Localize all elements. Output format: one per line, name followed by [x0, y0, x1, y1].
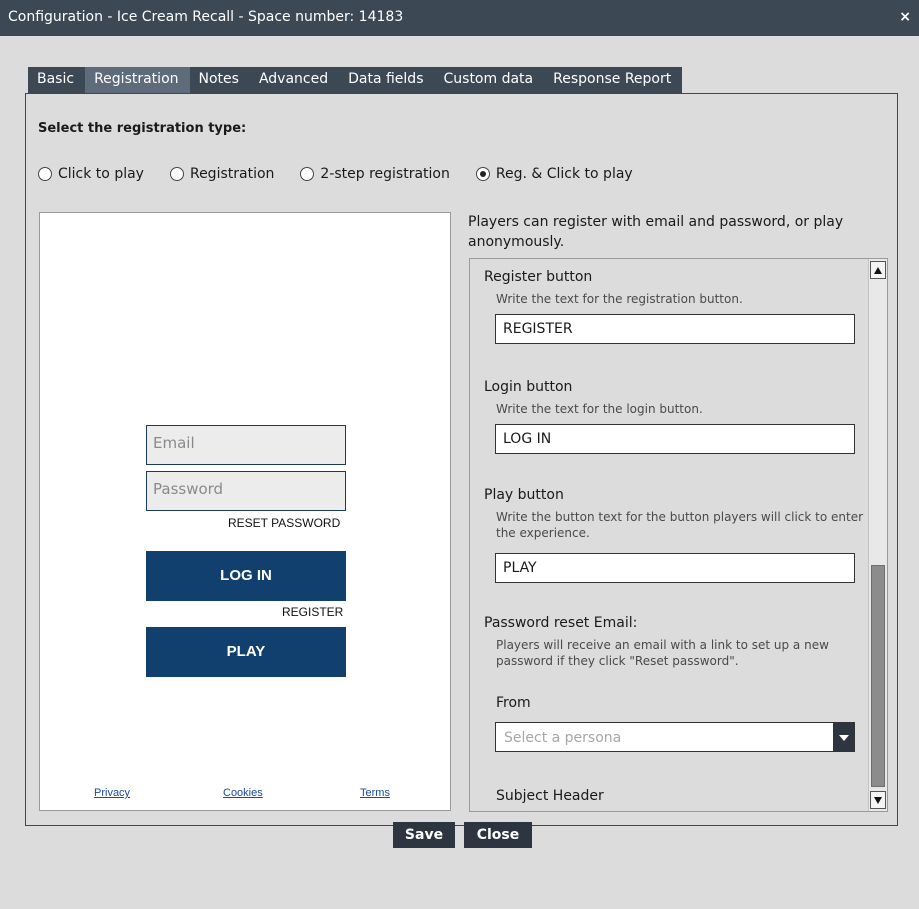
radio-circle-selected: [475, 167, 490, 181]
preview-password-input: Password: [146, 471, 346, 511]
password-reset-email-help: Players will receive an email with a lin…: [496, 638, 829, 668]
tab-panel-registration: Select the registration type: Click to p…: [25, 93, 898, 826]
radio-label: 2-step registration: [320, 166, 450, 182]
tab-response-report[interactable]: Response Report: [544, 67, 682, 93]
registration-type-radio-group: Click to play Registration 2-step regist…: [38, 166, 659, 182]
preview-register-link: REGISTER: [282, 605, 344, 619]
preview-email-input: Email: [146, 425, 346, 465]
radio-circle: [38, 167, 52, 181]
radio-label: Reg. & Click to play: [495, 166, 633, 182]
preview-login-button: LOG IN: [146, 551, 346, 601]
chevron-down-icon[interactable]: [833, 723, 854, 751]
registration-description: Players can register with email and pass…: [468, 214, 844, 250]
tab-custom-data[interactable]: Custom data: [435, 67, 545, 93]
tab-data-fields[interactable]: Data fields: [339, 67, 434, 93]
registration-settings-scroll-panel[interactable]: Register button Write the text for the r…: [469, 258, 888, 812]
from-persona-placeholder: Select a persona: [504, 730, 622, 746]
radio-circle: [300, 167, 315, 181]
radio-reg-and-click-to-play[interactable]: Reg. & Click to play: [475, 166, 633, 182]
close-button[interactable]: Close: [464, 822, 532, 848]
radio-circle: [169, 167, 184, 181]
tab-notes[interactable]: Notes: [190, 67, 250, 93]
play-button-text-input[interactable]: PLAY: [495, 553, 855, 583]
close-icon[interactable]: ×: [899, 9, 911, 25]
preview-privacy-link[interactable]: Privacy: [94, 787, 130, 799]
scroll-down-arrow-icon[interactable]: [870, 791, 886, 809]
tab-advanced[interactable]: Advanced: [250, 67, 339, 93]
from-label: From: [496, 695, 531, 711]
login-preview: Email Password RESET PASSWORD LOG IN REG…: [39, 212, 451, 811]
preview-cookies-link[interactable]: Cookies: [223, 787, 263, 799]
login-button-title: Login button: [484, 379, 573, 395]
play-button-help: Write the button text for the button pla…: [496, 510, 864, 540]
radio-click-to-play[interactable]: Click to play: [38, 166, 144, 182]
scroll-up-arrow-icon[interactable]: [870, 261, 886, 279]
from-persona-select[interactable]: Select a persona: [495, 722, 855, 752]
preview-play-button: PLAY: [146, 627, 346, 677]
play-button-title: Play button: [484, 487, 564, 503]
settings-scrollbar[interactable]: [868, 259, 887, 811]
radio-label: Click to play: [58, 166, 144, 182]
password-reset-email-title: Password reset Email:: [484, 615, 638, 631]
radio-label: Registration: [189, 166, 275, 182]
dialog-body: Basic Registration Notes Advanced Data f…: [0, 36, 919, 909]
subject-header-label: Subject Header: [496, 788, 604, 804]
save-button[interactable]: Save: [393, 822, 455, 848]
register-button-help: Write the text for the registration butt…: [496, 292, 743, 306]
login-button-text-input[interactable]: LOG IN: [495, 424, 855, 454]
login-button-help: Write the text for the login button.: [496, 402, 703, 416]
registration-type-label: Select the registration type:: [38, 121, 247, 136]
register-button-title: Register button: [484, 269, 593, 285]
radio-2-step-registration[interactable]: 2-step registration: [300, 166, 450, 182]
register-button-text-input[interactable]: REGISTER: [495, 314, 855, 344]
scrollbar-thumb[interactable]: [871, 565, 885, 787]
tab-bar: Basic Registration Notes Advanced Data f…: [28, 67, 683, 93]
radio-registration[interactable]: Registration: [169, 166, 275, 182]
preview-reset-password-link: RESET PASSWORD: [228, 516, 341, 530]
tab-registration[interactable]: Registration: [85, 67, 190, 93]
title-bar: Configuration - Ice Cream Recall - Space…: [0, 0, 919, 36]
preview-terms-link[interactable]: Terms: [360, 787, 390, 799]
window-title: Configuration - Ice Cream Recall - Space…: [8, 9, 404, 25]
tab-basic[interactable]: Basic: [28, 67, 85, 93]
